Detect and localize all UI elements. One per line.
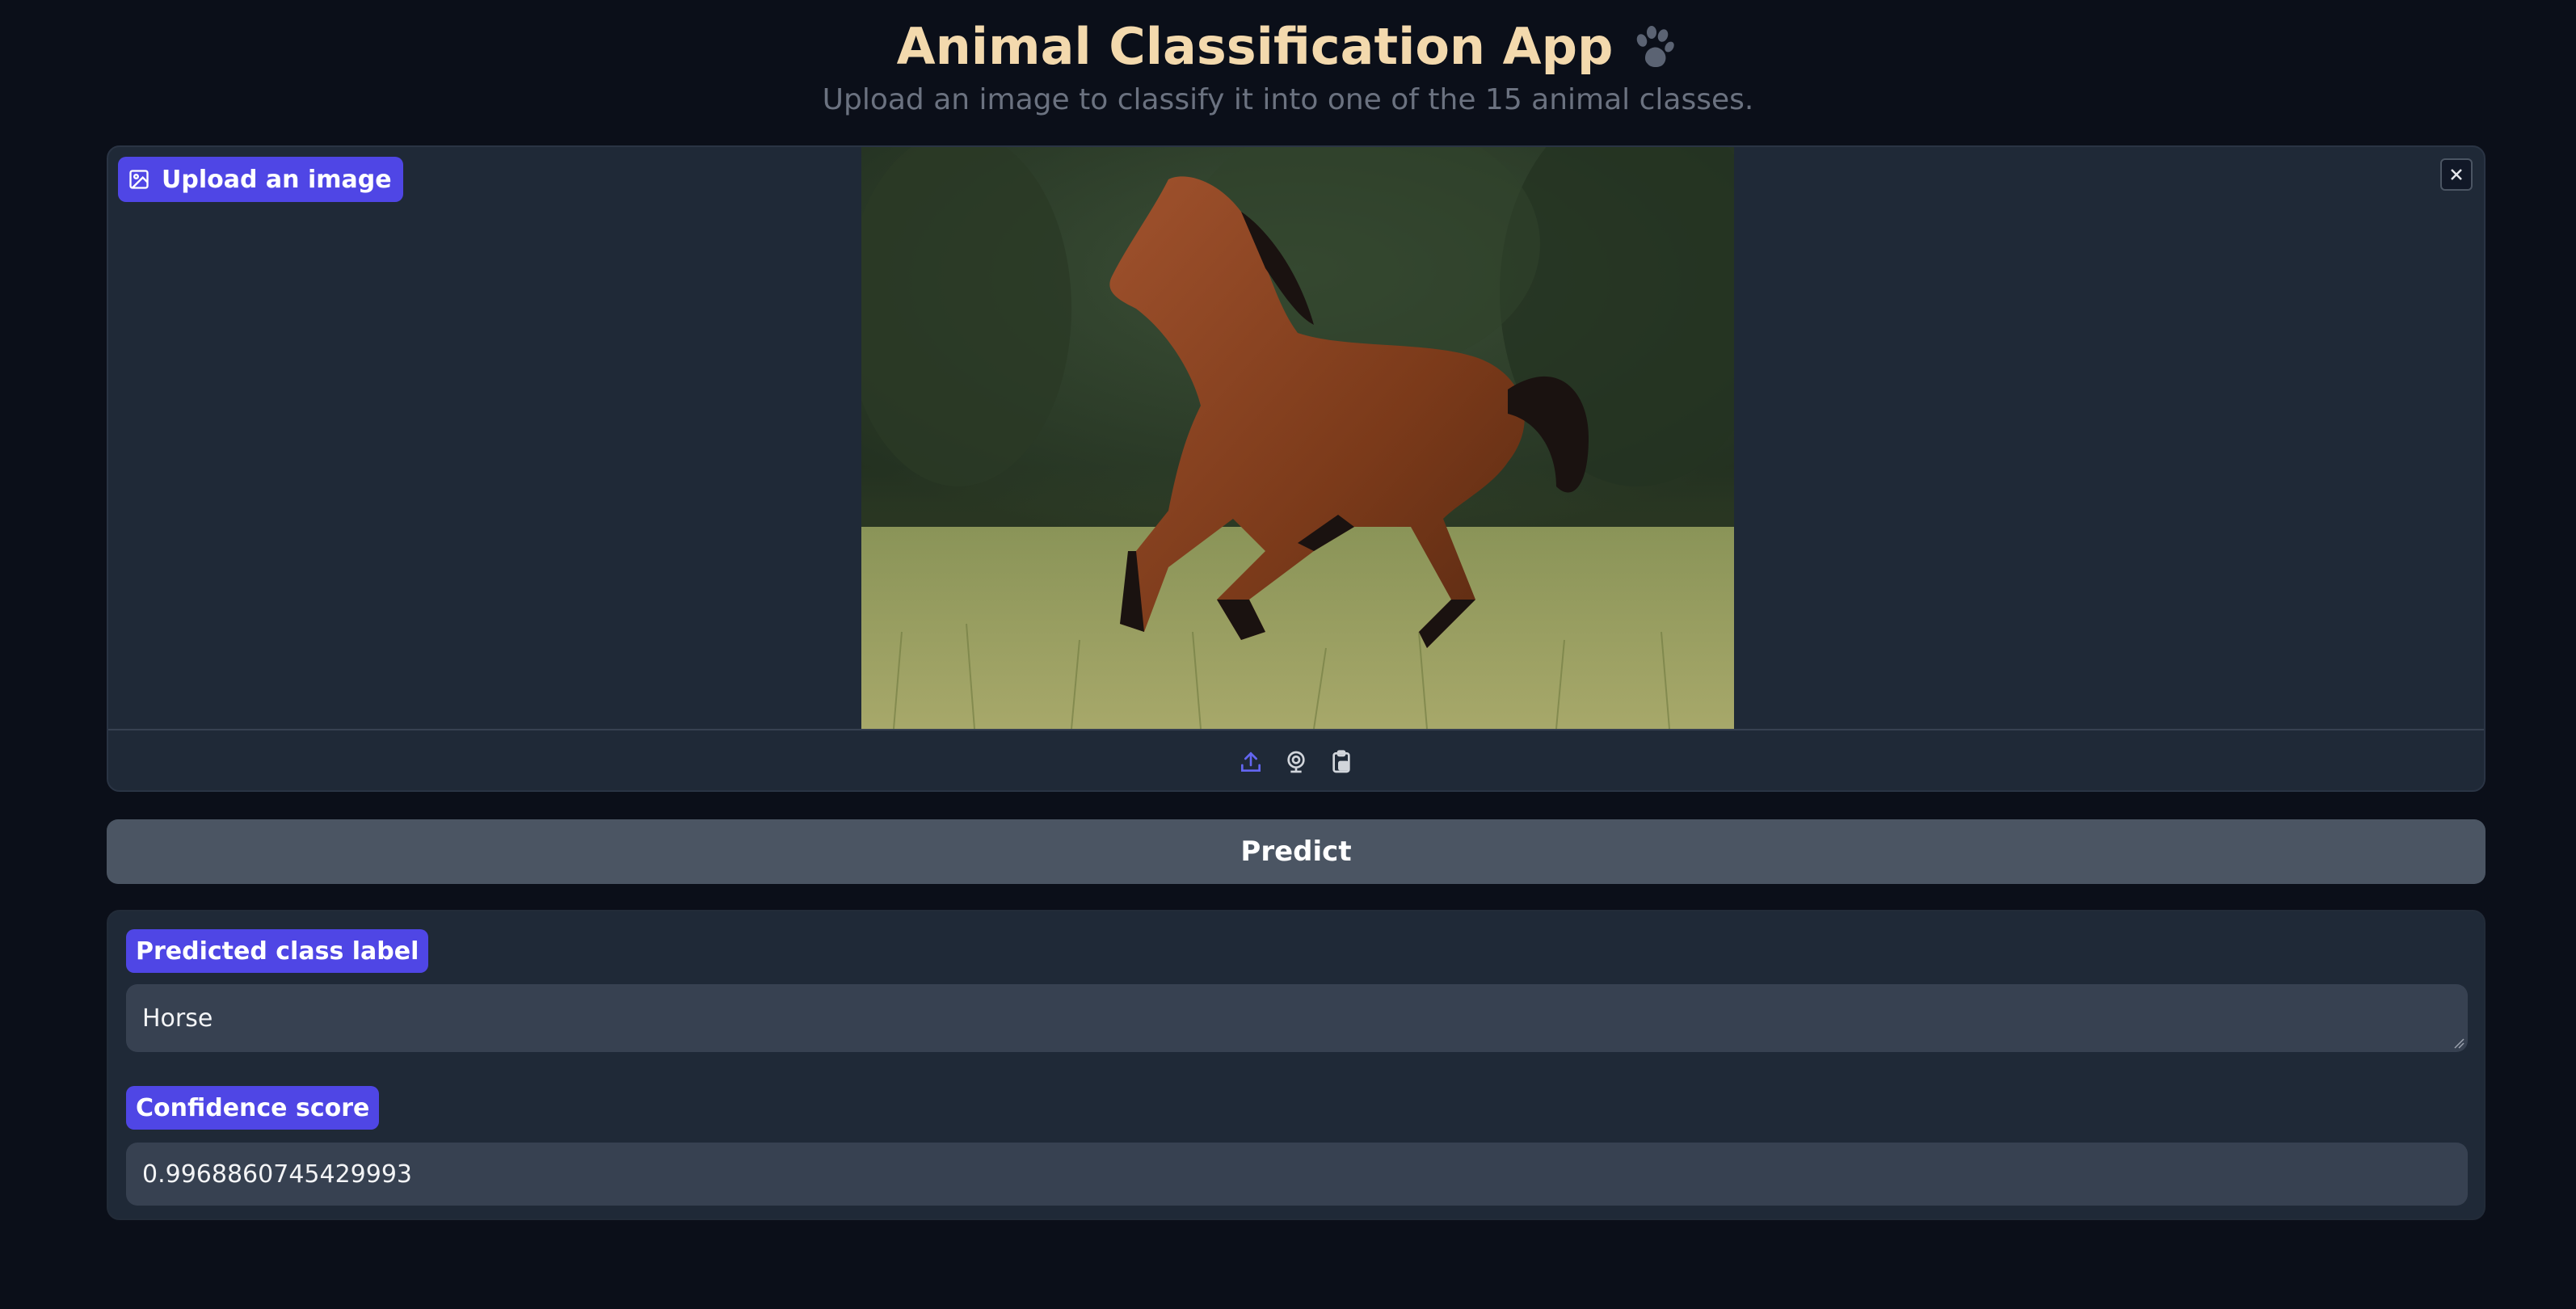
close-icon: [2451, 169, 2462, 180]
paw-icon: [1637, 26, 1675, 67]
page-subtitle: Upload an image to classify it into one …: [822, 83, 1754, 116]
confidence-score-title: Confidence score: [126, 1086, 380, 1130]
predicted-class-textbox[interactable]: Horse: [126, 984, 2468, 1052]
upload-image-label-text: Upload an image: [162, 165, 392, 194]
upload-image-label: Upload an image: [118, 157, 403, 202]
clear-image-button[interactable]: [2440, 158, 2473, 191]
output-panel: Predicted class label Horse Confidence s…: [107, 910, 2486, 1220]
webcam-icon: [1287, 751, 1305, 773]
webcam-source-button[interactable]: [1281, 747, 1311, 777]
predicted-class-value: Horse: [142, 1004, 213, 1033]
upload-source-button[interactable]: [1235, 747, 1266, 777]
confidence-score-textbox[interactable]: 0.9968860745429993: [126, 1143, 2468, 1206]
image-source-toolbar: [108, 730, 2484, 790]
image-icon: [129, 170, 149, 189]
page-title: Animal Classification App: [896, 17, 1614, 76]
app-root: Animal Classification App Upload an imag…: [0, 0, 2576, 1309]
upload-icon: [1241, 751, 1261, 772]
resize-handle-icon[interactable]: [2453, 1038, 2464, 1049]
page-title-row: Animal Classification App: [0, 15, 2576, 79]
confidence-score-value: 0.9968860745429993: [142, 1160, 413, 1189]
horse-photo: [861, 147, 1734, 729]
predict-button[interactable]: Predict: [107, 819, 2486, 884]
image-upload-panel[interactable]: Upload an image: [107, 145, 2486, 792]
predicted-class-label-title: Predicted class label: [126, 929, 429, 973]
clipboard-source-button[interactable]: [1326, 747, 1357, 777]
clipboard-icon: [1332, 750, 1350, 773]
uploaded-image-preview: [861, 147, 1734, 729]
